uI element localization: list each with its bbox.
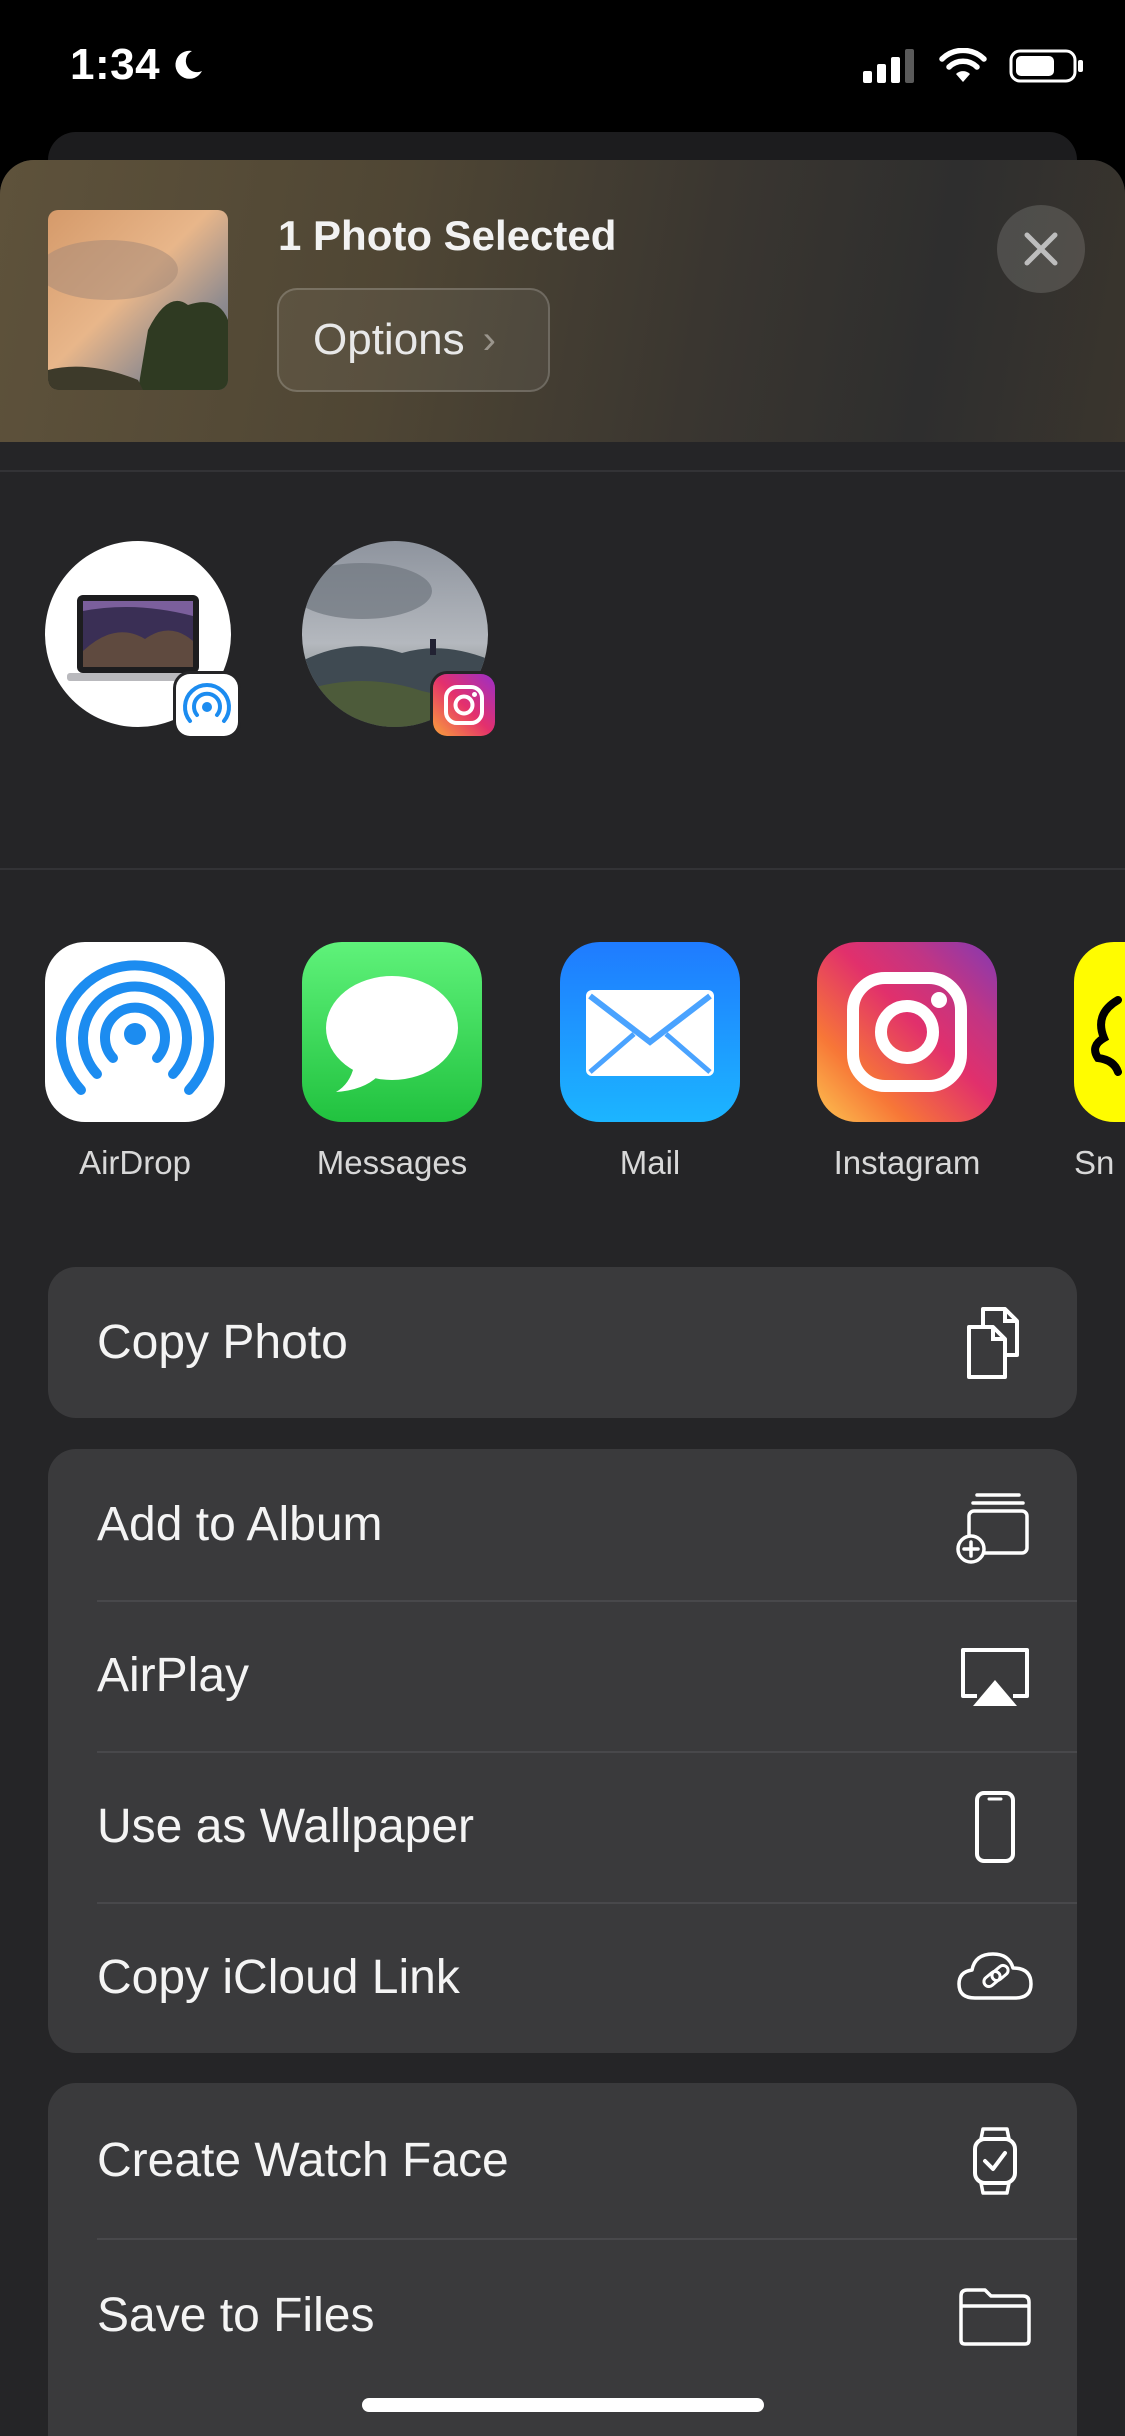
add-to-album-icon (953, 1483, 1037, 1567)
action-add-to-album[interactable]: Add to Album (48, 1449, 1077, 1600)
wifi-icon (939, 48, 987, 82)
app-label: Mail (619, 1144, 681, 1181)
share-sheet: 1 Photo Selected Options › AirDrop Messa… (0, 160, 1125, 2436)
folder-icon (953, 2274, 1037, 2358)
action-label: Use as Wallpaper (97, 1800, 475, 1853)
options-label: Options (313, 315, 465, 364)
action-label: Save to Files (97, 2289, 375, 2342)
share-sheet-header: 1 Photo Selected Options › (0, 160, 1125, 442)
icloud-link-icon (953, 1936, 1037, 2020)
status-indicators (863, 48, 1085, 84)
app-airdrop[interactable]: AirDrop (45, 942, 225, 1182)
action-label: Create Watch Face (97, 2134, 509, 2187)
divider (0, 868, 1125, 870)
status-time: 1:34 (70, 40, 161, 89)
mail-icon (560, 942, 740, 1122)
app-label: Instagram (833, 1144, 981, 1181)
instagram-badge-icon (433, 674, 495, 736)
action-airplay[interactable]: AirPlay (48, 1600, 1077, 1751)
moon-icon (175, 50, 203, 79)
status-bar: 1:34 (0, 0, 1125, 132)
action-label: Add to Album (97, 1498, 383, 1551)
copy-icon (953, 1301, 1037, 1385)
app-label: Sn (1074, 1144, 1115, 1181)
home-indicator[interactable] (362, 2398, 764, 2412)
action-group-more: Create Watch Face Save to Files (48, 2083, 1077, 2436)
app-label: Messages (316, 1144, 468, 1181)
close-icon (1024, 232, 1058, 266)
action-copy-icloud-link[interactable]: Copy iCloud Link (48, 1902, 1077, 2053)
app-label: AirDrop (79, 1144, 191, 1181)
status-time-group: 1:34 (70, 40, 206, 90)
iphone-icon (953, 1785, 1037, 1869)
close-button[interactable] (997, 205, 1085, 293)
battery-icon (1009, 49, 1083, 83)
action-use-as-wallpaper[interactable]: Use as Wallpaper (48, 1751, 1077, 1902)
action-group-photo-actions: Add to Album AirPlay Use as Wallpaper Co… (48, 1449, 1077, 2053)
cellular-signal-icon (863, 49, 914, 83)
app-instagram[interactable]: Instagram (817, 942, 997, 1182)
airdrop-icon (45, 942, 225, 1122)
app-snapchat[interactable]: Sn (1074, 942, 1125, 1182)
action-save-to-files[interactable]: Save to Files (48, 2238, 1077, 2393)
airplay-icon (953, 1634, 1037, 1718)
action-label: AirPlay (97, 1649, 250, 1702)
chevron-right-icon: › (482, 317, 496, 362)
messages-icon (302, 942, 482, 1122)
instagram-icon (817, 942, 997, 1122)
action-label: Copy iCloud Link (97, 1951, 460, 2004)
app-mail[interactable]: Mail (560, 942, 740, 1182)
action-copy-photo[interactable]: Copy Photo (48, 1267, 1077, 1418)
options-button[interactable]: Options › (277, 288, 550, 392)
watch-icon (953, 2119, 1037, 2203)
photo-thumbnail (48, 210, 228, 390)
action-label: Copy Photo (97, 1316, 348, 1369)
action-group-copy: Copy Photo (48, 1267, 1077, 1418)
snapchat-icon (1074, 942, 1125, 1122)
divider (0, 470, 1125, 472)
airdrop-badge-icon (176, 674, 238, 736)
selection-title: 1 Photo Selected (278, 212, 617, 259)
app-messages[interactable]: Messages (302, 942, 482, 1182)
action-create-watch-face[interactable]: Create Watch Face (48, 2083, 1077, 2238)
